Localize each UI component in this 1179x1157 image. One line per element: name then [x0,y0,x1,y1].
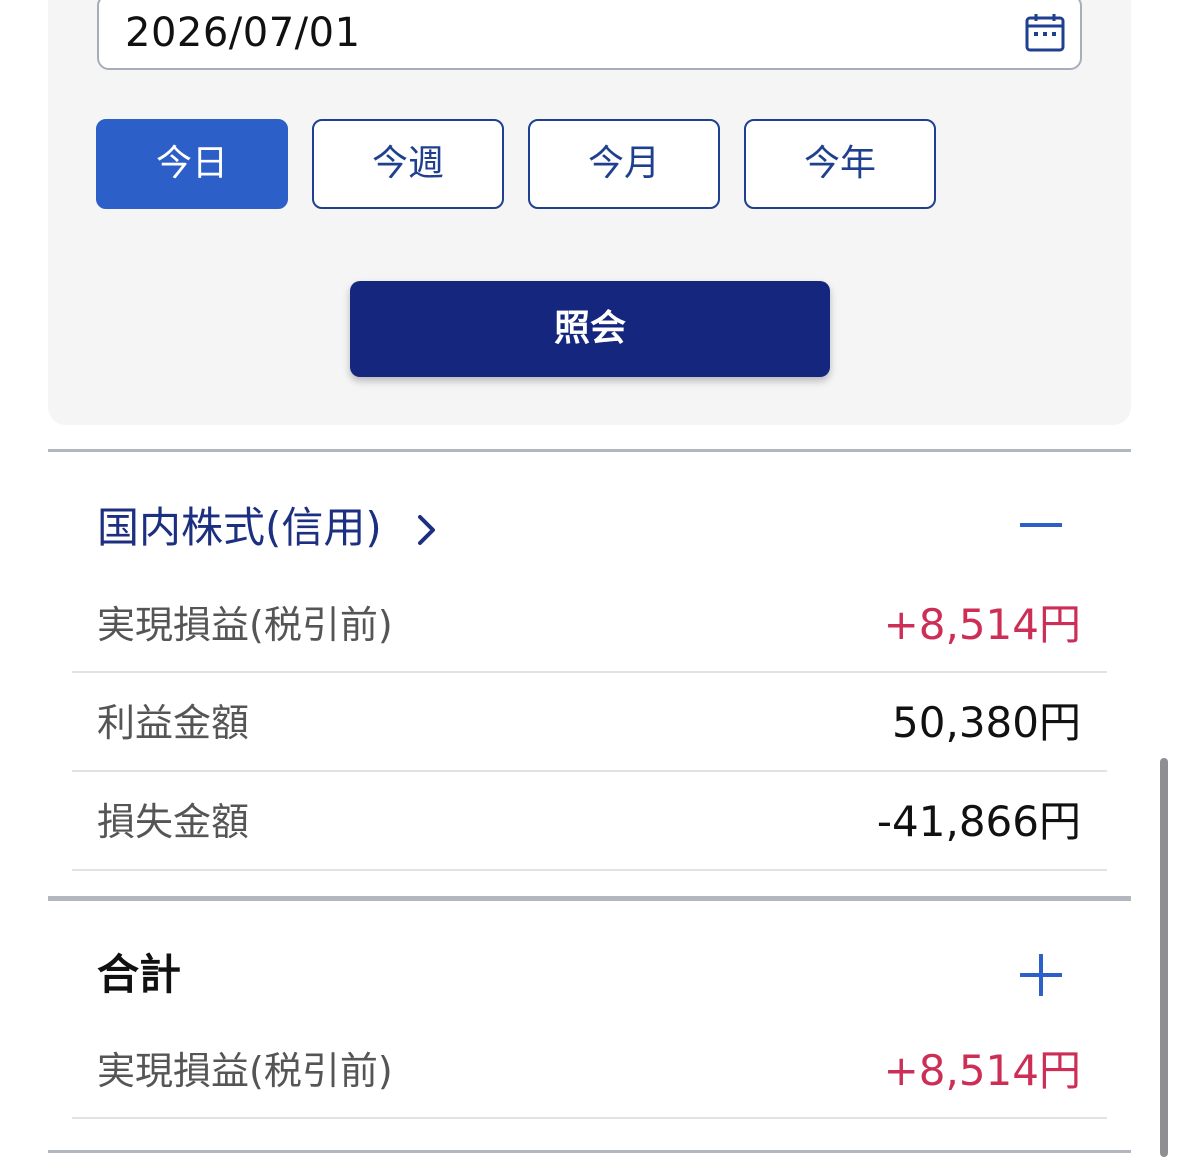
profit-loss-page: 2026/07/01 今日 今週 今月 今年 照会 国内株式(信用) 実現損益(… [0,0,1179,1157]
period-today-button[interactable]: 今日 [96,119,288,209]
total-section-title: 合計 [97,950,182,999]
loss-amount-value: -41,866円 [876,797,1081,846]
total-realized-pl-label: 実現損益(税引前) [97,1049,393,1093]
period-this-month-button[interactable]: 今月 [528,119,720,209]
minus-icon[interactable] [1020,504,1062,546]
row-divider [72,1117,1107,1119]
row-divider [72,770,1107,772]
section-divider [48,1150,1131,1153]
row-divider [72,869,1107,871]
calendar-icon[interactable] [1024,12,1066,54]
period-this-week-button[interactable]: 今週 [312,119,504,209]
profit-amount-label: 利益金額 [97,701,250,745]
vertical-scrollbar[interactable] [1160,758,1168,1157]
profit-amount-value: 50,380円 [892,698,1081,747]
total-realized-pl-value: +8,514円 [883,1046,1081,1095]
section-divider [48,896,1131,901]
date-field-value: 2026/07/01 [125,10,361,56]
inquiry-button[interactable]: 照会 [350,281,830,377]
section-divider [48,449,1131,452]
domestic-margin-section-title[interactable]: 国内株式(信用) [97,500,382,556]
realized-pl-value: +8,514円 [883,600,1081,649]
period-this-year-button[interactable]: 今年 [744,119,936,209]
date-field[interactable]: 2026/07/01 [97,0,1082,70]
row-divider [72,671,1107,673]
loss-amount-label: 損失金額 [97,800,250,844]
realized-pl-label: 実現損益(税引前) [97,603,393,647]
plus-icon[interactable] [1020,954,1062,996]
chevron-right-icon[interactable] [414,513,440,547]
